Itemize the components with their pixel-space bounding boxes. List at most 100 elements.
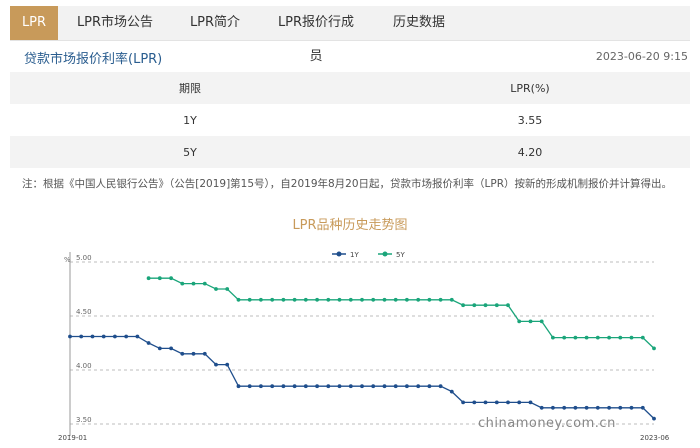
data-point-1y (146, 341, 151, 345)
data-point-5y (337, 297, 342, 302)
data-point-1y (270, 384, 275, 389)
data-point-1y (382, 384, 387, 389)
data-point-1y (326, 384, 331, 389)
data-point-5y (607, 335, 611, 340)
data-point-1y (573, 405, 578, 410)
data-point-5y (303, 297, 308, 302)
table-header-row: 期限 LPR(%) (10, 72, 690, 104)
data-point-1y (438, 384, 443, 389)
data-point-5y (157, 276, 162, 281)
data-point-5y (259, 297, 263, 302)
data-point-1y (236, 384, 241, 389)
data-point-5y (393, 297, 398, 302)
legend-swatch-marker (336, 251, 342, 257)
data-point-1y (539, 405, 544, 410)
data-point-1y (68, 334, 72, 339)
data-point-5y (494, 303, 499, 308)
tab-lpr-intro[interactable]: LPR简介 (172, 6, 258, 40)
data-point-1y (472, 400, 477, 405)
tab-lpr[interactable]: LPR (10, 6, 58, 40)
data-point-1y (517, 400, 522, 405)
data-point-5y (595, 335, 600, 340)
data-point-5y (438, 297, 443, 302)
data-point-1y (225, 362, 230, 367)
legend-label: 1Y (350, 251, 359, 259)
data-point-1y (247, 384, 252, 389)
series-line-5y (148, 277, 655, 349)
data-point-5y (270, 297, 275, 302)
cell-term: 1Y (183, 113, 197, 127)
y-tick-label: 5.00 (76, 254, 92, 262)
data-point-5y (169, 276, 174, 281)
data-point-5y (551, 335, 555, 340)
y-tick-label: 4.00 (76, 362, 92, 370)
data-point-1y (629, 405, 634, 410)
data-point-1y (506, 400, 510, 405)
data-point-5y (360, 297, 364, 302)
table-row: 1Y 3.55 (10, 104, 690, 136)
data-point-5y (573, 335, 578, 340)
data-point-5y (584, 335, 589, 340)
data-point-1y (292, 384, 297, 389)
data-point-1y (157, 346, 162, 351)
page-title: 贷款市场报价利率(LPR) (24, 52, 163, 67)
data-point-1y (551, 405, 555, 410)
table-row: 5Y 4.20 (10, 136, 690, 168)
y-tick-label: 3.50 (76, 416, 92, 424)
data-point-5y (191, 281, 196, 286)
data-point-5y (180, 281, 185, 286)
data-point-1y (607, 405, 611, 410)
data-point-5y (315, 297, 319, 302)
data-point-5y (371, 297, 376, 302)
data-point-5y (382, 297, 387, 302)
data-point-1y (449, 389, 454, 394)
data-point-5y (146, 276, 151, 281)
data-point-1y (124, 334, 129, 339)
data-point-1y (584, 405, 589, 410)
y-tick-label: 4.50 (76, 308, 92, 316)
data-point-5y (517, 319, 522, 324)
data-point-5y (539, 319, 544, 324)
data-point-5y (528, 319, 533, 324)
data-point-5y (405, 297, 409, 302)
data-point-5y (292, 297, 297, 302)
data-point-1y (303, 384, 308, 389)
data-point-1y (101, 334, 106, 339)
data-point-5y (449, 297, 454, 302)
data-point-1y (281, 384, 286, 389)
x-tick-label: 2019-01 (58, 434, 87, 442)
data-point-1y (79, 334, 84, 339)
data-point-5y (202, 281, 207, 286)
data-point-5y (236, 297, 241, 302)
data-point-5y (281, 297, 286, 302)
data-point-1y (180, 351, 185, 356)
data-point-1y (348, 384, 353, 389)
column-header-rate: LPR(%) (510, 81, 550, 95)
data-point-5y (326, 297, 331, 302)
legend-label: 5Y (396, 251, 405, 259)
x-tick-label: 2023-06 (640, 434, 670, 442)
cell-term: 5Y (183, 145, 197, 159)
tab-lpr-announcements[interactable]: LPR市场公告 (58, 6, 172, 40)
chart-title: LPR品种历史走势图 (292, 218, 408, 233)
data-point-5y (506, 303, 510, 308)
tab-lpr-quoting-banks[interactable]: LPR报价行成员 (258, 6, 374, 64)
data-point-5y (562, 335, 567, 340)
data-point-5y (427, 297, 432, 302)
cell-rate: 4.20 (517, 145, 543, 159)
data-point-5y (652, 346, 656, 351)
cell-rate: 3.55 (517, 113, 543, 127)
data-point-1y (135, 334, 140, 339)
data-point-5y (247, 297, 252, 302)
data-point-5y (618, 335, 623, 340)
data-point-1y (405, 384, 409, 389)
data-point-1y (640, 405, 645, 410)
data-point-1y (562, 405, 567, 410)
tab-bar: LPR LPR市场公告 LPR简介 LPR报价行成员 历史数据 (10, 6, 690, 64)
data-point-5y (461, 303, 465, 308)
data-point-1y (202, 351, 207, 356)
data-point-5y (629, 335, 634, 340)
tab-history-data[interactable]: 历史数据 (374, 6, 464, 40)
data-point-1y (427, 384, 432, 389)
footnote: 注：根据《中国人民银行公告》（公告[2019]第15号），自2019年8月20日… (22, 178, 673, 190)
